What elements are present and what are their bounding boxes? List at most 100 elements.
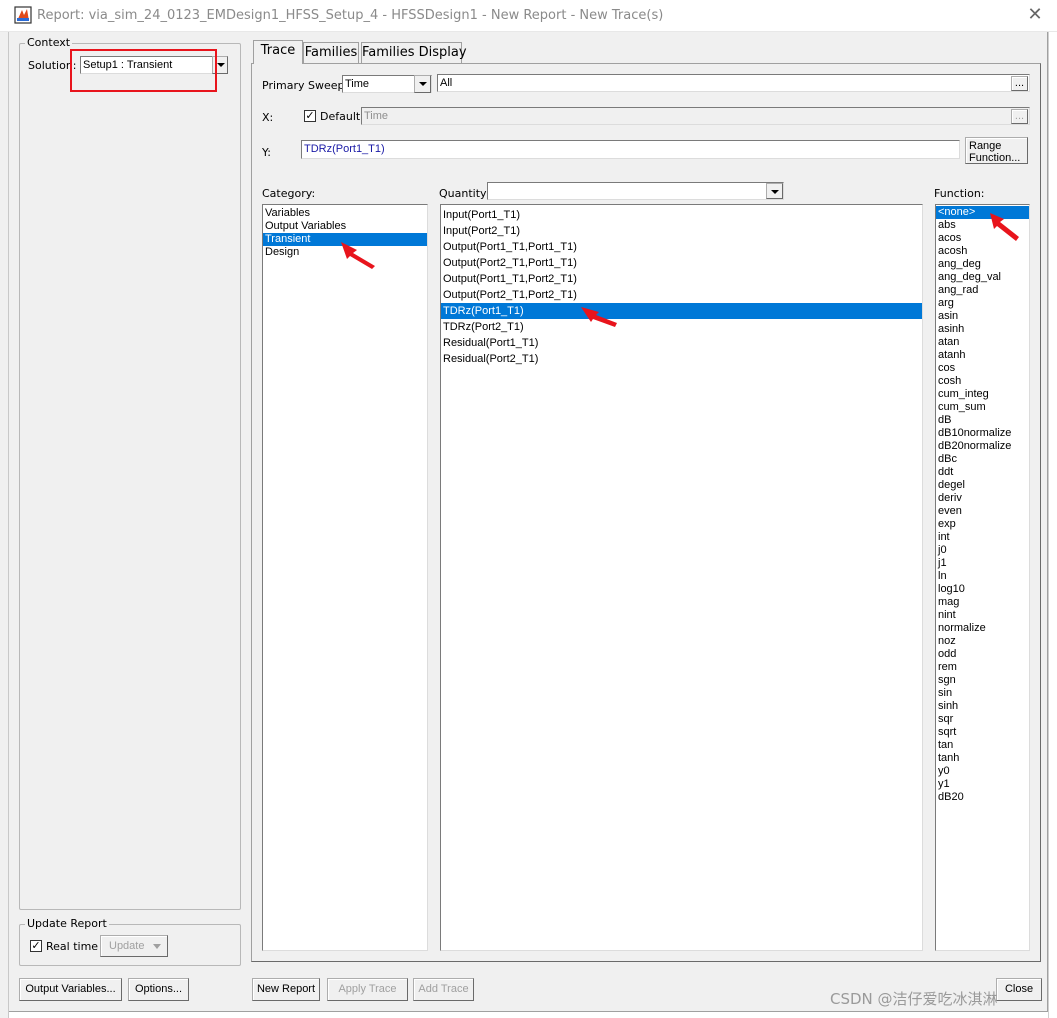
update-dropdown-icon [153, 944, 161, 949]
function-item[interactable]: sgn [936, 674, 1029, 687]
function-item[interactable]: cum_integ [936, 388, 1029, 401]
x-value-field[interactable]: Time [361, 107, 1030, 125]
primary-sweep-label: Primary Sweep: [262, 79, 349, 92]
function-item[interactable]: nint [936, 609, 1029, 622]
function-label: Function: [934, 187, 985, 200]
quantity-item[interactable]: Input(Port1_T1) [441, 207, 922, 223]
function-item[interactable]: log10 [936, 583, 1029, 596]
function-item[interactable]: sin [936, 687, 1029, 700]
function-item[interactable]: cum_sum [936, 401, 1029, 414]
function-item[interactable]: y1 [936, 778, 1029, 791]
function-item[interactable]: tanh [936, 752, 1029, 765]
quantity-filter-dropdown-arrow[interactable] [766, 183, 783, 199]
function-item[interactable]: arg [936, 297, 1029, 310]
watermark: CSDN @洁仔爱吃冰淇淋 [830, 990, 998, 1008]
category-item[interactable]: Variables [263, 207, 427, 220]
quantity-filter-select[interactable] [487, 182, 784, 200]
function-item[interactable]: cos [936, 362, 1029, 375]
function-item[interactable]: cosh [936, 375, 1029, 388]
tab-families-display[interactable]: Families Display [361, 42, 467, 63]
quantity-item[interactable]: Output(Port2_T1,Port2_T1) [441, 287, 922, 303]
function-item[interactable]: j0 [936, 544, 1029, 557]
quantity-item[interactable]: TDRz(Port2_T1) [441, 319, 922, 335]
function-item[interactable]: even [936, 505, 1029, 518]
range-function-line2: Function... [969, 152, 1021, 164]
realtime-label: Real time [46, 940, 99, 953]
function-item[interactable]: dB [936, 414, 1029, 427]
function-item[interactable]: rem [936, 661, 1029, 674]
quantity-list[interactable]: Input(Port1_T1) Input(Port2_T1) Output(Por… [440, 204, 923, 951]
function-item[interactable]: dBc [936, 453, 1029, 466]
function-item[interactable]: atan [936, 336, 1029, 349]
tab-trace[interactable]: Trace [253, 40, 303, 64]
apply-trace-button[interactable]: Apply Trace [327, 978, 408, 1001]
function-item[interactable]: y0 [936, 765, 1029, 778]
quantity-item[interactable]: TDRz(Port1_T1) [441, 303, 922, 319]
output-variables-button[interactable]: Output Variables... [19, 978, 122, 1001]
function-item[interactable]: deriv [936, 492, 1029, 505]
function-item[interactable]: ddt [936, 466, 1029, 479]
update-button-label: Update [109, 940, 145, 952]
function-item[interactable]: ang_deg [936, 258, 1029, 271]
function-item[interactable]: degel [936, 479, 1029, 492]
category-item[interactable]: Output Variables [263, 220, 427, 233]
function-item[interactable]: dB20 [936, 791, 1029, 804]
quantity-item[interactable]: Residual(Port1_T1) [441, 335, 922, 351]
quantity-item[interactable]: Input(Port2_T1) [441, 223, 922, 239]
tab-families[interactable]: Families [303, 42, 359, 63]
function-item[interactable]: ang_rad [936, 284, 1029, 297]
function-item[interactable]: dB20normalize [936, 440, 1029, 453]
function-item[interactable]: noz [936, 635, 1029, 648]
update-report-group-label: Update Report [25, 917, 109, 930]
quantity-item[interactable]: Output(Port1_T1,Port2_T1) [441, 271, 922, 287]
function-item[interactable]: acosh [936, 245, 1029, 258]
app-icon [14, 6, 32, 24]
function-item[interactable]: asin [936, 310, 1029, 323]
function-item[interactable]: int [936, 531, 1029, 544]
range-function-button[interactable]: Range Function... [965, 137, 1028, 164]
quantity-item[interactable]: Residual(Port2_T1) [441, 351, 922, 367]
function-item[interactable]: j1 [936, 557, 1029, 570]
function-item[interactable]: mag [936, 596, 1029, 609]
function-item[interactable]: ln [936, 570, 1029, 583]
solution-highlight-box [70, 49, 217, 92]
x-default-checkbox[interactable]: ✓ [304, 110, 316, 122]
y-label: Y: [262, 146, 271, 159]
function-item[interactable]: tan [936, 739, 1029, 752]
new-report-button[interactable]: New Report [252, 978, 320, 1001]
add-trace-button[interactable]: Add Trace [413, 978, 474, 1001]
x-value-button[interactable]: ... [1011, 109, 1028, 124]
category-label: Category: [262, 187, 316, 200]
options-button[interactable]: Options... [128, 978, 189, 1001]
function-item[interactable]: asinh [936, 323, 1029, 336]
window-title: Report: via_sim_24_0123_EMDesign1_HFSS_S… [37, 8, 664, 23]
function-item[interactable]: odd [936, 648, 1029, 661]
annotation-arrow-icon [341, 242, 375, 269]
category-list[interactable]: Variables Output Variables Transient Design [262, 204, 428, 951]
primary-sweep-range-button[interactable]: ... [1011, 76, 1028, 91]
x-default-label: Default [320, 110, 361, 123]
title-bar: Report: via_sim_24_0123_EMDesign1_HFSS_S… [0, 0, 1057, 32]
update-button[interactable]: Update [100, 935, 168, 957]
window-close-button[interactable]: ✕ [1022, 2, 1048, 28]
quantity-item[interactable]: Output(Port1_T1,Port1_T1) [441, 239, 922, 255]
function-list[interactable]: <none> abs acos acosh ang_deg ang_deg_val ang_… [935, 204, 1030, 951]
function-item[interactable]: exp [936, 518, 1029, 531]
primary-sweep-range-field[interactable]: All [437, 74, 1030, 92]
y-expression-field[interactable]: TDRz(Port1_T1) [301, 140, 960, 159]
function-item[interactable]: dB10normalize [936, 427, 1029, 440]
annotation-arrow-icon [581, 307, 617, 327]
function-item[interactable]: sqr [936, 713, 1029, 726]
function-item[interactable]: sqrt [936, 726, 1029, 739]
close-button[interactable]: Close [996, 978, 1042, 1001]
function-item[interactable]: sinh [936, 700, 1029, 713]
realtime-checkbox[interactable]: ✓ [30, 940, 42, 952]
primary-sweep-dropdown-arrow[interactable] [414, 75, 431, 93]
context-group-label: Context [25, 36, 73, 49]
range-function-line1: Range [969, 140, 1002, 152]
x-label: X: [262, 111, 274, 124]
function-item[interactable]: ang_deg_val [936, 271, 1029, 284]
function-item[interactable]: atanh [936, 349, 1029, 362]
function-item[interactable]: normalize [936, 622, 1029, 635]
quantity-item[interactable]: Output(Port2_T1,Port1_T1) [441, 255, 922, 271]
